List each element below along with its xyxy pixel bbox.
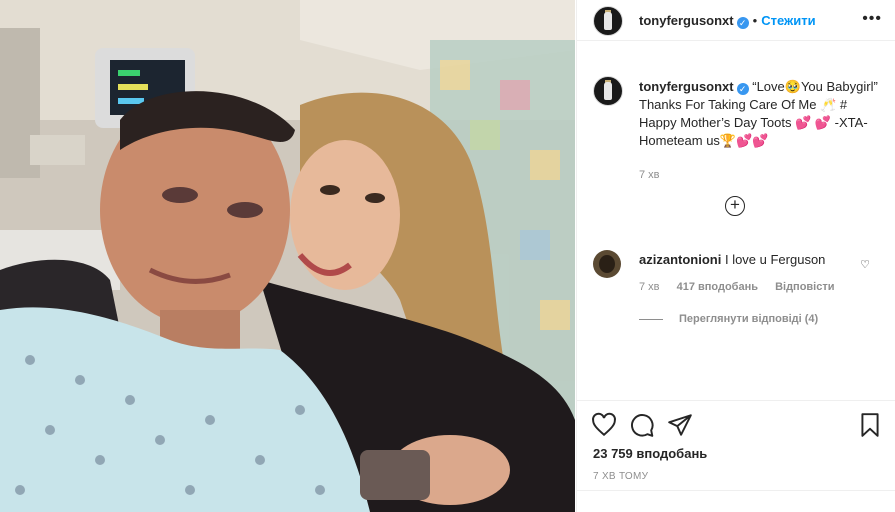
verified-badge-icon: ✓ [736, 17, 749, 29]
view-replies-label[interactable]: Переглянути відповіді (4) [679, 313, 818, 325]
view-replies-button[interactable]: Переглянути відповіді (4) [639, 313, 818, 325]
header-username[interactable]: tonyfergusonxt [639, 13, 734, 28]
reply-button[interactable]: Відповісти [775, 281, 834, 293]
bottom-divider [577, 490, 895, 491]
header-author-line: tonyfergusonxt ✓ • Стежити [639, 13, 816, 29]
heart-icon[interactable] [591, 412, 617, 438]
post-photo[interactable] [0, 0, 575, 512]
replies-divider-line [639, 318, 663, 320]
separator-dot: • [752, 13, 758, 28]
comment-text: I love u Ferguson [724, 252, 826, 267]
comment-time[interactable]: 7 хв [639, 281, 660, 293]
author-avatar[interactable] [593, 6, 623, 36]
comment-like-heart-icon[interactable]: ♡ [860, 258, 870, 271]
follow-button[interactable]: Стежити [761, 13, 815, 28]
bookmark-icon[interactable] [857, 412, 883, 438]
caption-time[interactable]: 7 хв [639, 166, 879, 184]
post-header: tonyfergusonxt ✓ • Стежити ••• [577, 0, 895, 41]
verified-badge-icon: ✓ [736, 83, 749, 95]
add-comment-plus-icon[interactable]: + [725, 196, 745, 216]
more-dots-icon[interactable]: ••• [862, 10, 882, 28]
actions-divider [577, 400, 895, 401]
post-likes-count[interactable]: 23 759 вподобань [593, 446, 707, 461]
comment-body: azizantonioni I love u Ferguson [639, 252, 859, 267]
comment-meta: 7 хв 417 вподобань Відповісти [639, 281, 849, 293]
caption-username[interactable]: tonyfergusonxt [639, 79, 734, 94]
comment-icon[interactable] [629, 412, 655, 438]
photo-illustration [0, 0, 575, 512]
comment-likes[interactable]: 417 вподобань [677, 281, 758, 293]
post-caption: tonyfergusonxt ✓ “Love🥹You Babygirl” Than… [639, 78, 879, 184]
caption-author-avatar[interactable] [593, 76, 623, 106]
share-icon[interactable] [667, 412, 693, 438]
commenter-avatar[interactable] [593, 250, 621, 278]
post-sidebar: tonyfergusonxt ✓ • Стежити ••• tonyferguson… [576, 0, 895, 512]
commenter-username[interactable]: azizantonioni [639, 252, 721, 267]
post-time-ago[interactable]: 7 ХВ ТОМУ [593, 471, 648, 482]
